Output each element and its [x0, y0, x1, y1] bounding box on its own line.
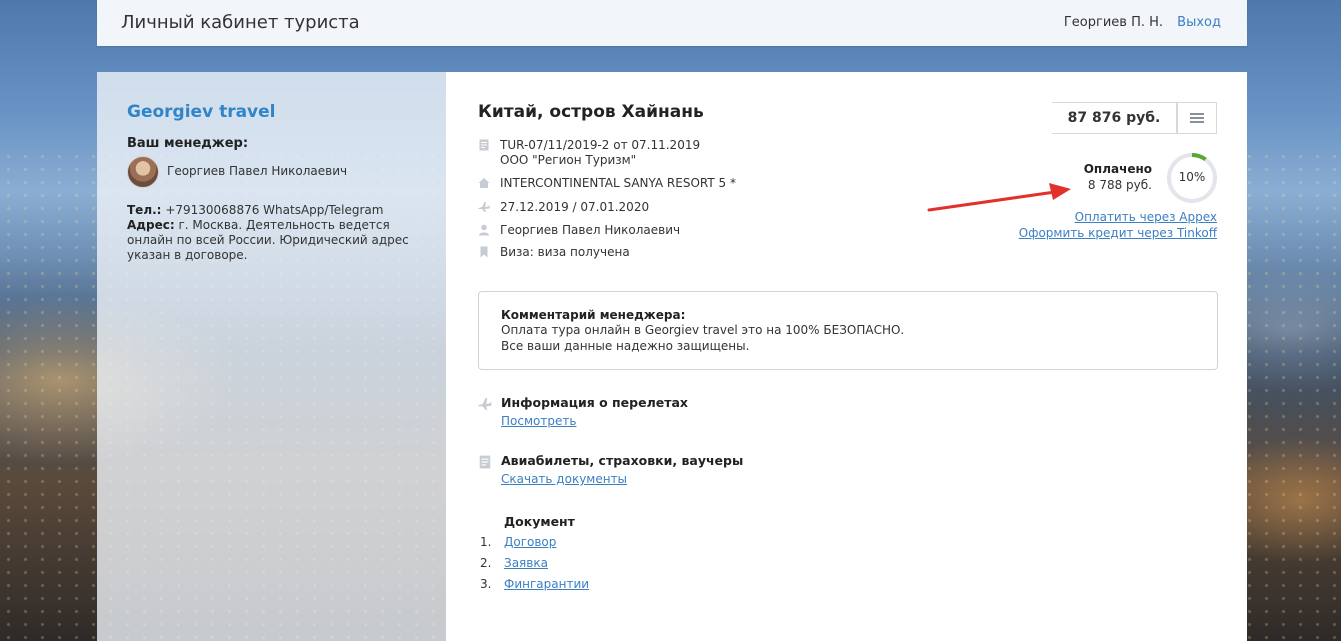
- manager-label: Ваш менеджер:: [127, 136, 249, 151]
- paid-label: Оплачено: [1083, 162, 1152, 176]
- page-title: Личный кабинет туриста: [121, 12, 360, 33]
- plane-icon: [478, 398, 492, 410]
- plane-icon: [478, 202, 490, 212]
- document-item: 3. Фингарантии: [480, 577, 589, 591]
- phone-label: Тел.:: [127, 203, 162, 217]
- menu-icon: [1190, 113, 1204, 115]
- manager-avatar: [127, 156, 159, 188]
- credit-tinkoff-link[interactable]: Оформить кредит через Tinkoff: [1019, 226, 1217, 240]
- document-icon: [479, 455, 491, 469]
- home-icon: [478, 178, 490, 188]
- document-link-contract[interactable]: Договор: [504, 535, 556, 549]
- annotation-arrow: [927, 183, 1071, 212]
- paid-progress-ring: 10%: [1166, 152, 1218, 204]
- hotel-name: INTERCONTINENTAL SANYA RESORT 5 *: [500, 176, 736, 190]
- comment-header: Комментарий менеджера:: [501, 308, 686, 322]
- price-menu-button[interactable]: [1177, 102, 1217, 134]
- paid-percent: 10%: [1178, 170, 1206, 184]
- document-number: 1.: [480, 535, 492, 549]
- manager-comment: Комментарий менеджера: Оплата тура онлай…: [478, 291, 1218, 370]
- address-label: Адрес:: [127, 218, 175, 232]
- document-item: 1. Договор: [480, 535, 556, 549]
- document-icon: [479, 139, 489, 151]
- document-number: 2.: [480, 556, 492, 570]
- user-area: Георгиев П. Н. Выход: [1064, 15, 1221, 30]
- menu-icon-line: [1190, 117, 1204, 119]
- comment-line-2: Все ваши данные надежно защищены.: [501, 339, 750, 353]
- tour-title: Китай, остров Хайнань: [478, 102, 704, 122]
- document-link-application[interactable]: Заявка: [504, 556, 548, 570]
- tourist-name: Георгиев Павел Николаевич: [500, 223, 681, 237]
- paid-sum: 8 788 руб.: [1087, 178, 1152, 192]
- download-documents-link[interactable]: Скачать документы: [501, 472, 627, 486]
- tour-operator: ООО "Регион Туризм": [500, 153, 637, 167]
- manager-name: Георгиев Павел Николаевич: [167, 164, 348, 178]
- contract-number: TUR-07/11/2019-2 от 07.11.2019: [500, 138, 701, 152]
- pay-appex-link[interactable]: Оплатить через Appex: [1075, 210, 1217, 224]
- person-icon: [479, 224, 489, 236]
- price-block: 87 876 руб.: [1038, 102, 1218, 134]
- documents-header: Документ: [504, 514, 575, 529]
- price-value: 87 876 руб.: [1052, 102, 1177, 134]
- document-item: 2. Заявка: [480, 556, 548, 570]
- agency-name: Georgiev travel: [127, 102, 276, 122]
- flights-header: Информация о перелетах: [501, 395, 688, 410]
- tour-card: Китай, остров Хайнань TUR-07/11/2019-2 о…: [446, 72, 1247, 641]
- phone-value: +79130068876 WhatsApp/Telegram: [165, 203, 384, 217]
- menu-icon-line: [1190, 121, 1204, 123]
- user-name: Георгиев П. Н.: [1063, 15, 1164, 30]
- logout-link[interactable]: Выход: [1177, 15, 1221, 30]
- document-number: 3.: [480, 577, 492, 591]
- agency-sidebar: Georgiev travel Ваш менеджер: Георгиев П…: [97, 72, 446, 641]
- bookmark-icon: [480, 246, 488, 258]
- top-bar: Личный кабинет туриста Георгиев П. Н. Вы…: [97, 0, 1247, 46]
- comment-line-1: Оплата тура онлайн в Georgiev travel это…: [501, 323, 905, 337]
- tickets-header: Авиабилеты, страховки, ваучеры: [501, 453, 744, 468]
- document-link-guarantees[interactable]: Фингарантии: [504, 577, 589, 591]
- contacts: Тел.: +79130068876 WhatsApp/Telegram Адр…: [127, 203, 417, 263]
- tour-dates: 27.12.2019 / 07.01.2020: [500, 200, 650, 214]
- visa-status: Виза: виза получена: [500, 245, 630, 259]
- flights-view-link[interactable]: Посмотреть: [501, 414, 576, 428]
